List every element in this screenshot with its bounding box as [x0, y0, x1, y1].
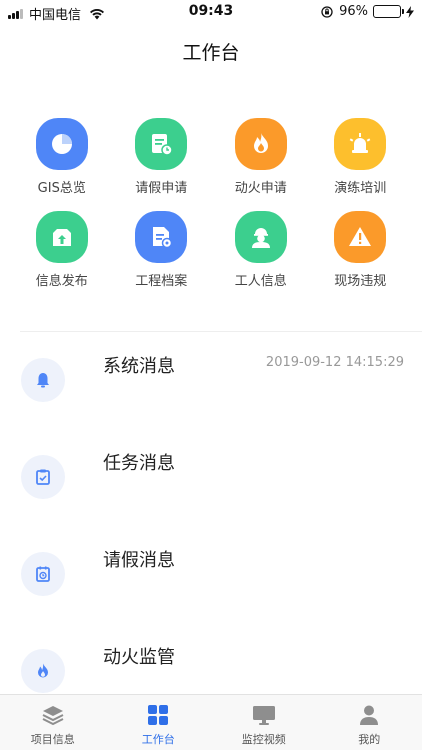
grid-item-drill-training[interactable]: 演练培训 [311, 118, 411, 199]
status-bar: 中国电信 09:43 96% [0, 0, 422, 24]
tab-workbench[interactable]: 工作台 [106, 695, 212, 750]
message-title: 系统消息 [103, 356, 175, 377]
tab-project-info[interactable]: 项目信息 [0, 695, 106, 750]
grid-item-leave-apply[interactable]: 请假申请 [112, 118, 212, 199]
monitor-icon [252, 706, 275, 725]
leave-form-icon [135, 118, 188, 170]
message-time: 2019-09-12 14:15:29 [265, 355, 404, 370]
message-item-leave[interactable]: 请假消息 [0, 526, 422, 623]
app-grid: GIS总览 请假申请 动火申请 演练培训 信息发布 工程档案 工人信息 现场违规 [12, 118, 410, 292]
grid-item-publish[interactable]: 信息发布 [12, 211, 112, 292]
grid-item-worker-info[interactable]: 工人信息 [211, 211, 311, 292]
archive-icon [135, 211, 188, 263]
worker-icon [234, 211, 287, 263]
grid-item-label: 演练培训 [334, 181, 387, 196]
grid-item-label: 请假申请 [135, 181, 188, 196]
grid-item-label: 动火申请 [234, 181, 287, 196]
grid-item-archive[interactable]: 工程档案 [112, 211, 212, 292]
message-title: 动火监管 [103, 647, 175, 668]
grid-item-label: 信息发布 [35, 274, 88, 289]
tab-label: 我的 [358, 733, 381, 746]
fire-icon [234, 118, 287, 170]
clipboard-check-icon [21, 455, 65, 499]
alarm-light-icon [334, 118, 387, 170]
fire-icon [21, 649, 65, 693]
status-right: 96% [321, 4, 414, 19]
message-title: 请假消息 [103, 550, 175, 571]
message-title: 任务消息 [103, 453, 175, 474]
rotation-lock-icon [321, 5, 333, 18]
layers-icon [42, 706, 64, 726]
pie-chart-icon [35, 118, 88, 170]
calendar-clock-icon [21, 552, 65, 596]
grid-item-site-violation[interactable]: 现场违规 [311, 211, 411, 292]
user-icon [360, 705, 379, 725]
tab-bar: 项目信息 工作台 监控视频 我的 [0, 694, 422, 750]
message-item-system[interactable]: 系统消息 2019-09-12 14:15:29 [0, 332, 422, 429]
grid-item-label: 工程档案 [135, 274, 188, 289]
tab-label: 监控视频 [241, 733, 286, 746]
message-list: 系统消息 2019-09-12 14:15:29 任务消息 请假消息 动火监管 [0, 332, 422, 720]
tab-label: 项目信息 [30, 733, 75, 746]
grid-item-gis[interactable]: GIS总览 [12, 118, 112, 199]
tab-mine[interactable]: 我的 [317, 695, 422, 750]
grid-item-label: GIS总览 [37, 181, 86, 196]
page-title: 工作台 [182, 42, 240, 64]
warning-icon [334, 211, 387, 263]
grid-item-label: 工人信息 [234, 274, 287, 289]
grid-item-label: 现场违规 [334, 274, 387, 289]
grid-icon [148, 705, 169, 725]
publish-icon [35, 211, 88, 263]
bell-icon [21, 358, 65, 402]
tab-label: 工作台 [141, 733, 175, 746]
message-item-task[interactable]: 任务消息 [0, 429, 422, 526]
charging-icon [406, 5, 414, 18]
battery-icon [373, 5, 404, 18]
battery-percent: 96% [339, 4, 368, 19]
tab-monitor-video[interactable]: 监控视频 [211, 695, 317, 750]
grid-item-hot-work-apply[interactable]: 动火申请 [211, 118, 311, 199]
